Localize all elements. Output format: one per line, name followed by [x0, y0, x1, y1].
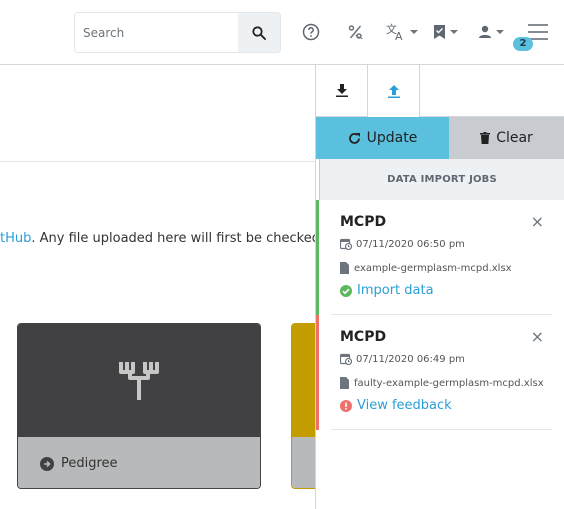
- tab-spacer: [420, 65, 564, 117]
- percent-toggle-button[interactable]: [347, 22, 365, 42]
- pedigree-icon: [119, 361, 159, 400]
- search-group: [74, 12, 281, 53]
- chevron-down-icon: [450, 30, 458, 34]
- job-file: faulty-example-germplasm-mcpd.xlsx: [340, 377, 544, 389]
- svg-text:A: A: [395, 30, 403, 41]
- job-content: MCPD × 07/11/2020 06:49 pm faulty-exampl…: [331, 315, 552, 430]
- search-button[interactable]: [238, 13, 280, 52]
- upload-icon: [387, 84, 400, 98]
- jobs-header: DATA IMPORT JOBS: [319, 159, 564, 200]
- job-action-label: Import data: [357, 283, 434, 298]
- update-button[interactable]: Update: [316, 117, 449, 159]
- bookmark-check-icon: [434, 25, 445, 39]
- import-sidebar: Update Clear DATA IMPORT JOBS MCPD × 07/…: [315, 65, 564, 509]
- tab-download[interactable]: [316, 65, 368, 117]
- card-header: [18, 324, 260, 437]
- notification-badge: 2: [513, 37, 533, 51]
- intro-text-body: . Any file uploaded here will first be c…: [31, 231, 315, 246]
- close-icon[interactable]: ×: [531, 329, 544, 345]
- chevron-down-icon: [496, 30, 504, 34]
- view-feedback-link[interactable]: View feedback: [340, 398, 452, 413]
- job-date: 07/11/2020 06:50 pm: [340, 238, 465, 250]
- file-icon: [340, 262, 349, 274]
- sidebar-tabs: [316, 65, 564, 117]
- card-footer: Pedigree: [18, 437, 260, 488]
- chevron-down-icon: [410, 30, 418, 34]
- card-pedigree[interactable]: Pedigree: [17, 323, 261, 489]
- clear-button[interactable]: Clear: [449, 117, 564, 159]
- calendar-clock-icon: [340, 353, 352, 365]
- update-label: Update: [366, 130, 418, 146]
- job-datetime: 07/11/2020 06:49 pm: [356, 353, 465, 365]
- job-filename: faulty-example-germplasm-mcpd.xlsx: [354, 377, 544, 389]
- job-item: MCPD × 07/11/2020 06:49 pm faulty-exampl…: [316, 315, 564, 430]
- job-date: 07/11/2020 06:49 pm: [340, 353, 465, 365]
- check-circle-icon: [340, 284, 352, 297]
- action-row: Update Clear: [316, 117, 564, 159]
- help-button[interactable]: [302, 22, 320, 42]
- search-icon: [252, 25, 266, 40]
- job-status-bar: [316, 315, 319, 430]
- navbar: 文 A 2: [0, 0, 564, 65]
- exclamation-circle-icon: [340, 399, 352, 412]
- clear-label: Clear: [496, 130, 533, 146]
- trash-icon: [480, 132, 491, 144]
- language-dropdown[interactable]: 文 A: [386, 22, 418, 42]
- job-filename: example-germplasm-mcpd.xlsx: [354, 262, 512, 274]
- import-data-link[interactable]: Import data: [340, 283, 434, 298]
- intro-text: tHub. Any file uploaded here will first …: [0, 231, 315, 246]
- content-divider: [0, 161, 315, 162]
- job-file: example-germplasm-mcpd.xlsx: [340, 262, 512, 274]
- percent-slash-icon: [348, 25, 364, 40]
- job-content: MCPD × 07/11/2020 06:50 pm example-germp…: [331, 200, 552, 315]
- user-dropdown[interactable]: [478, 22, 504, 42]
- card-label: Pedigree: [61, 456, 118, 471]
- help-icon: [302, 23, 320, 41]
- bookmark-dropdown[interactable]: [433, 22, 458, 42]
- search-input[interactable]: [75, 13, 238, 52]
- job-datetime: 07/11/2020 06:50 pm: [356, 238, 465, 250]
- github-link[interactable]: tHub: [0, 231, 31, 246]
- job-title: MCPD: [340, 329, 387, 345]
- close-icon[interactable]: ×: [531, 214, 544, 230]
- refresh-icon: [348, 132, 360, 144]
- job-status-bar: [316, 200, 319, 315]
- job-action-label: View feedback: [357, 398, 452, 413]
- arrow-circle-right-icon: [40, 456, 54, 471]
- page: 文 A 2: [0, 0, 564, 509]
- tab-upload[interactable]: [368, 65, 420, 117]
- job-title: MCPD: [340, 214, 387, 230]
- translate-icon: 文 A: [386, 23, 403, 41]
- user-icon: [479, 25, 491, 38]
- calendar-clock-icon: [340, 238, 352, 250]
- download-icon: [335, 84, 348, 97]
- file-icon: [340, 377, 349, 389]
- job-item: MCPD × 07/11/2020 06:50 pm example-germp…: [316, 200, 564, 315]
